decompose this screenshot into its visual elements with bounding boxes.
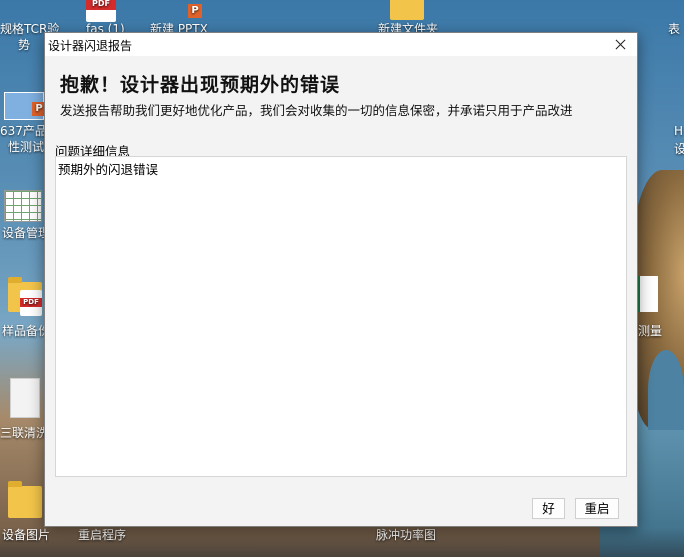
dialog-title: 设计器闪退报告 xyxy=(48,39,133,53)
desktop-icon-label: 637产品 xyxy=(0,124,47,138)
image-folder-icon xyxy=(8,481,42,518)
desktop-wallpaper-arch xyxy=(648,350,684,430)
detail-textarea[interactable]: 预期外的闪退错误 xyxy=(55,156,627,477)
desktop-icon-label: 三联清洗 xyxy=(0,426,49,440)
desktop-icon-sample-backup[interactable]: PDF 样品备份 xyxy=(0,277,50,342)
desktop-icon-label: 势 xyxy=(18,38,31,52)
pdf-file-icon: PDF xyxy=(20,290,42,316)
spreadsheet-icon xyxy=(4,190,42,222)
desktop-icon-label: H xyxy=(674,124,684,138)
desktop-icon-label: 重启程序 xyxy=(78,528,127,542)
desktop-icon-device-mgmt[interactable]: 设备管理 xyxy=(0,190,50,240)
error-headline: 抱歉！设计器出现预期外的错误 xyxy=(60,74,341,96)
close-button[interactable] xyxy=(603,33,637,56)
desktop-icon-triple-clean[interactable]: 三联清洗 xyxy=(0,376,49,442)
pdf-file-icon: PDF xyxy=(86,0,116,22)
desktop-icon-637-test[interactable]: P 637产品 性测试 xyxy=(0,90,47,156)
pptx-file-icon: P xyxy=(188,4,202,18)
restart-button[interactable]: 重启 xyxy=(575,498,619,519)
desktop-icon-label: 性测试 xyxy=(8,140,45,154)
desktop-icon-measure[interactable]: 测量 xyxy=(630,276,684,342)
dialog-titlebar[interactable]: 设计器闪退报告 xyxy=(45,33,637,56)
folder-icon xyxy=(390,0,424,20)
desktop-icon-label: 设备图片 xyxy=(2,528,51,542)
crash-report-dialog: 设计器闪退报告 抱歉！设计器出现预期外的错误 发送报告帮助我们更好地优化产品，我… xyxy=(44,32,638,527)
ok-button[interactable]: 好 xyxy=(532,498,565,519)
desktop-icon-label: 测量 xyxy=(638,324,663,338)
desktop-icon-label: 样品备份 xyxy=(2,324,51,338)
desktop-icon-label: 表 xyxy=(668,22,681,36)
desktop-icon-label: 设备管理 xyxy=(2,226,51,240)
desktop-icon-h-device[interactable]: H 设 xyxy=(670,120,684,160)
excel-file-icon xyxy=(636,276,658,312)
desktop-icon-label: 设 xyxy=(674,142,684,156)
document-file-icon xyxy=(10,378,40,418)
desktop-icon-table[interactable]: 表 xyxy=(668,20,684,40)
desktop-icon-label: 脉冲功率图 xyxy=(376,528,437,542)
desktop-icon-device-pics[interactable]: 设备图片 xyxy=(0,478,50,544)
error-description: 发送报告帮助我们更好地优化产品，我们会对收集的一切的信息保密，并承诺只用于产品改… xyxy=(60,103,573,118)
detail-text: 预期外的闪退错误 xyxy=(58,162,159,177)
